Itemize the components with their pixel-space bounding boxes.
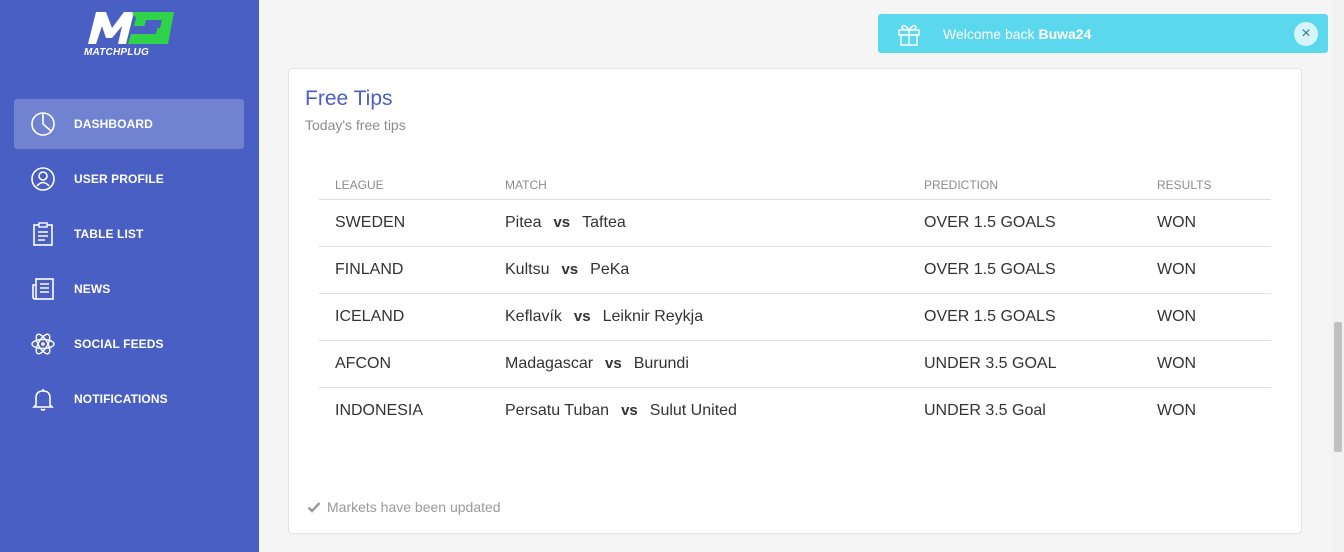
league-cell: FINLAND xyxy=(319,246,489,294)
prediction-cell: UNDER 3.5 Goal xyxy=(924,401,1046,419)
sidebar-item-table-list[interactable]: TABLE LIST xyxy=(14,209,244,259)
vs-label: vs xyxy=(605,354,622,372)
away-team: Taftea xyxy=(582,213,626,231)
result-cell: WON xyxy=(1141,293,1271,341)
vs-label: vs xyxy=(621,401,638,419)
header-league: LEAGUE xyxy=(319,171,489,200)
sidebar-item-social-feeds[interactable]: SOCIAL FEEDS xyxy=(14,319,244,369)
free-tips-card: Free Tips Today's free tips LEAGUE MATCH… xyxy=(288,68,1302,534)
user-profile-icon xyxy=(30,166,56,192)
logo-text: MATCHPLUG xyxy=(84,47,149,58)
vs-label: vs xyxy=(561,260,579,278)
vs-label: vs xyxy=(553,213,571,231)
check-icon xyxy=(307,502,321,513)
sidebar-item-label: SOCIAL FEEDS xyxy=(74,337,164,351)
prediction-cell: OVER 1.5 GOALS xyxy=(908,293,1141,341)
home-team: Keflavík xyxy=(505,307,562,325)
league-cell: AFCON xyxy=(319,340,489,388)
league-cell: SWEDEN xyxy=(319,199,489,247)
toast-message: Welcome back Buwa24 xyxy=(943,26,1091,42)
match-cell: Madagascar vs Burundi xyxy=(489,340,908,388)
league-cell: ICELAND xyxy=(319,293,489,341)
table-row: SWEDEN Pitea vs Taftea OVER 1.5 GOALS WON xyxy=(319,199,1271,247)
match-cell: Keflavík vs Leiknir Reykja xyxy=(489,293,908,341)
page-scrollbar[interactable] xyxy=(1332,0,1344,552)
tips-table: LEAGUE MATCH PREDICTION RESULTS SWEDEN P… xyxy=(319,171,1271,434)
sidebar-item-label: TABLE LIST xyxy=(74,227,144,241)
result-cell: WON xyxy=(1157,401,1197,419)
vs-label: vs xyxy=(573,307,591,325)
sidebar-item-label: NOTIFICATIONS xyxy=(74,392,168,406)
table-row: INDONESIA Persatu Tuban vs Sulut United UN… xyxy=(319,387,1271,434)
result-cell: WON xyxy=(1141,199,1271,247)
sidebar-nav: DASHBOARD USER PROFILE TABLE LIST NEWS S… xyxy=(14,99,244,429)
home-team: Pitea xyxy=(505,213,542,231)
sidebar-item-user-profile[interactable]: USER PROFILE xyxy=(14,154,244,204)
away-team: Sulut United xyxy=(649,401,737,419)
toast-username: Buwa24 xyxy=(1038,26,1092,42)
newspaper-icon xyxy=(30,276,56,302)
atom-icon xyxy=(30,331,56,357)
prediction-cell: OVER 1.5 GOALS xyxy=(908,246,1141,294)
match-cell: Pitea vs Taftea xyxy=(489,199,908,247)
gift-icon xyxy=(898,24,920,46)
card-footer: Markets have been updated xyxy=(307,499,501,515)
scroll-thumb[interactable] xyxy=(1334,322,1342,452)
bell-icon xyxy=(30,386,56,412)
sidebar-item-notifications[interactable]: NOTIFICATIONS xyxy=(14,374,244,424)
table-row: AFCON Madagascar vs Burundi UNDER 3.5 GOAL… xyxy=(319,340,1271,388)
header-match: MATCH xyxy=(489,171,908,200)
home-team: Persatu Tuban xyxy=(505,401,610,419)
table-row: FINLAND Kultsu vs PeKa OVER 1.5 GOALS WON xyxy=(319,246,1271,294)
toast-close-button[interactable]: × xyxy=(1294,22,1318,46)
toast-prefix: Welcome back xyxy=(943,26,1035,42)
home-team: Madagascar xyxy=(505,354,594,372)
away-team: PeKa xyxy=(590,260,630,278)
prediction-cell: UNDER 3.5 GOAL xyxy=(908,340,1141,388)
home-team: Kultsu xyxy=(505,260,550,278)
league-cell: INDONESIA xyxy=(335,401,424,419)
result-cell: WON xyxy=(1141,246,1271,294)
footer-text: Markets have been updated xyxy=(327,499,501,515)
away-team: Leiknir Reykja xyxy=(602,307,704,325)
match-cell: Persatu Tuban vs Sulut United xyxy=(489,387,908,434)
prediction-cell: OVER 1.5 GOALS xyxy=(908,199,1141,247)
away-team: Burundi xyxy=(633,354,689,372)
table-row: ICELAND Keflavík vs Leiknir Reykja OVER 1.… xyxy=(319,293,1271,341)
header-prediction: PREDICTION xyxy=(908,171,1141,200)
clipboard-icon xyxy=(30,221,56,247)
sidebar-item-dashboard[interactable]: DASHBOARD xyxy=(14,99,244,149)
sidebar: MATCHPLUG DASHBOARD USER PROFILE TABLE L… xyxy=(0,0,259,552)
sidebar-item-label: DASHBOARD xyxy=(74,117,153,131)
card-title: Free Tips xyxy=(305,87,393,110)
match-cell: Kultsu vs PeKa xyxy=(489,246,908,294)
dashboard-pie-icon xyxy=(30,111,56,137)
sidebar-item-news[interactable]: NEWS xyxy=(14,264,244,314)
result-cell: WON xyxy=(1141,340,1271,388)
header-results: RESULTS xyxy=(1141,171,1271,200)
sidebar-item-label: NEWS xyxy=(74,282,111,296)
card-subtitle: Today's free tips xyxy=(305,117,406,133)
sidebar-item-label: USER PROFILE xyxy=(74,172,164,186)
table-header-row: LEAGUE MATCH PREDICTION RESULTS xyxy=(319,171,1271,200)
welcome-toast: Welcome back Buwa24 × xyxy=(878,14,1328,53)
